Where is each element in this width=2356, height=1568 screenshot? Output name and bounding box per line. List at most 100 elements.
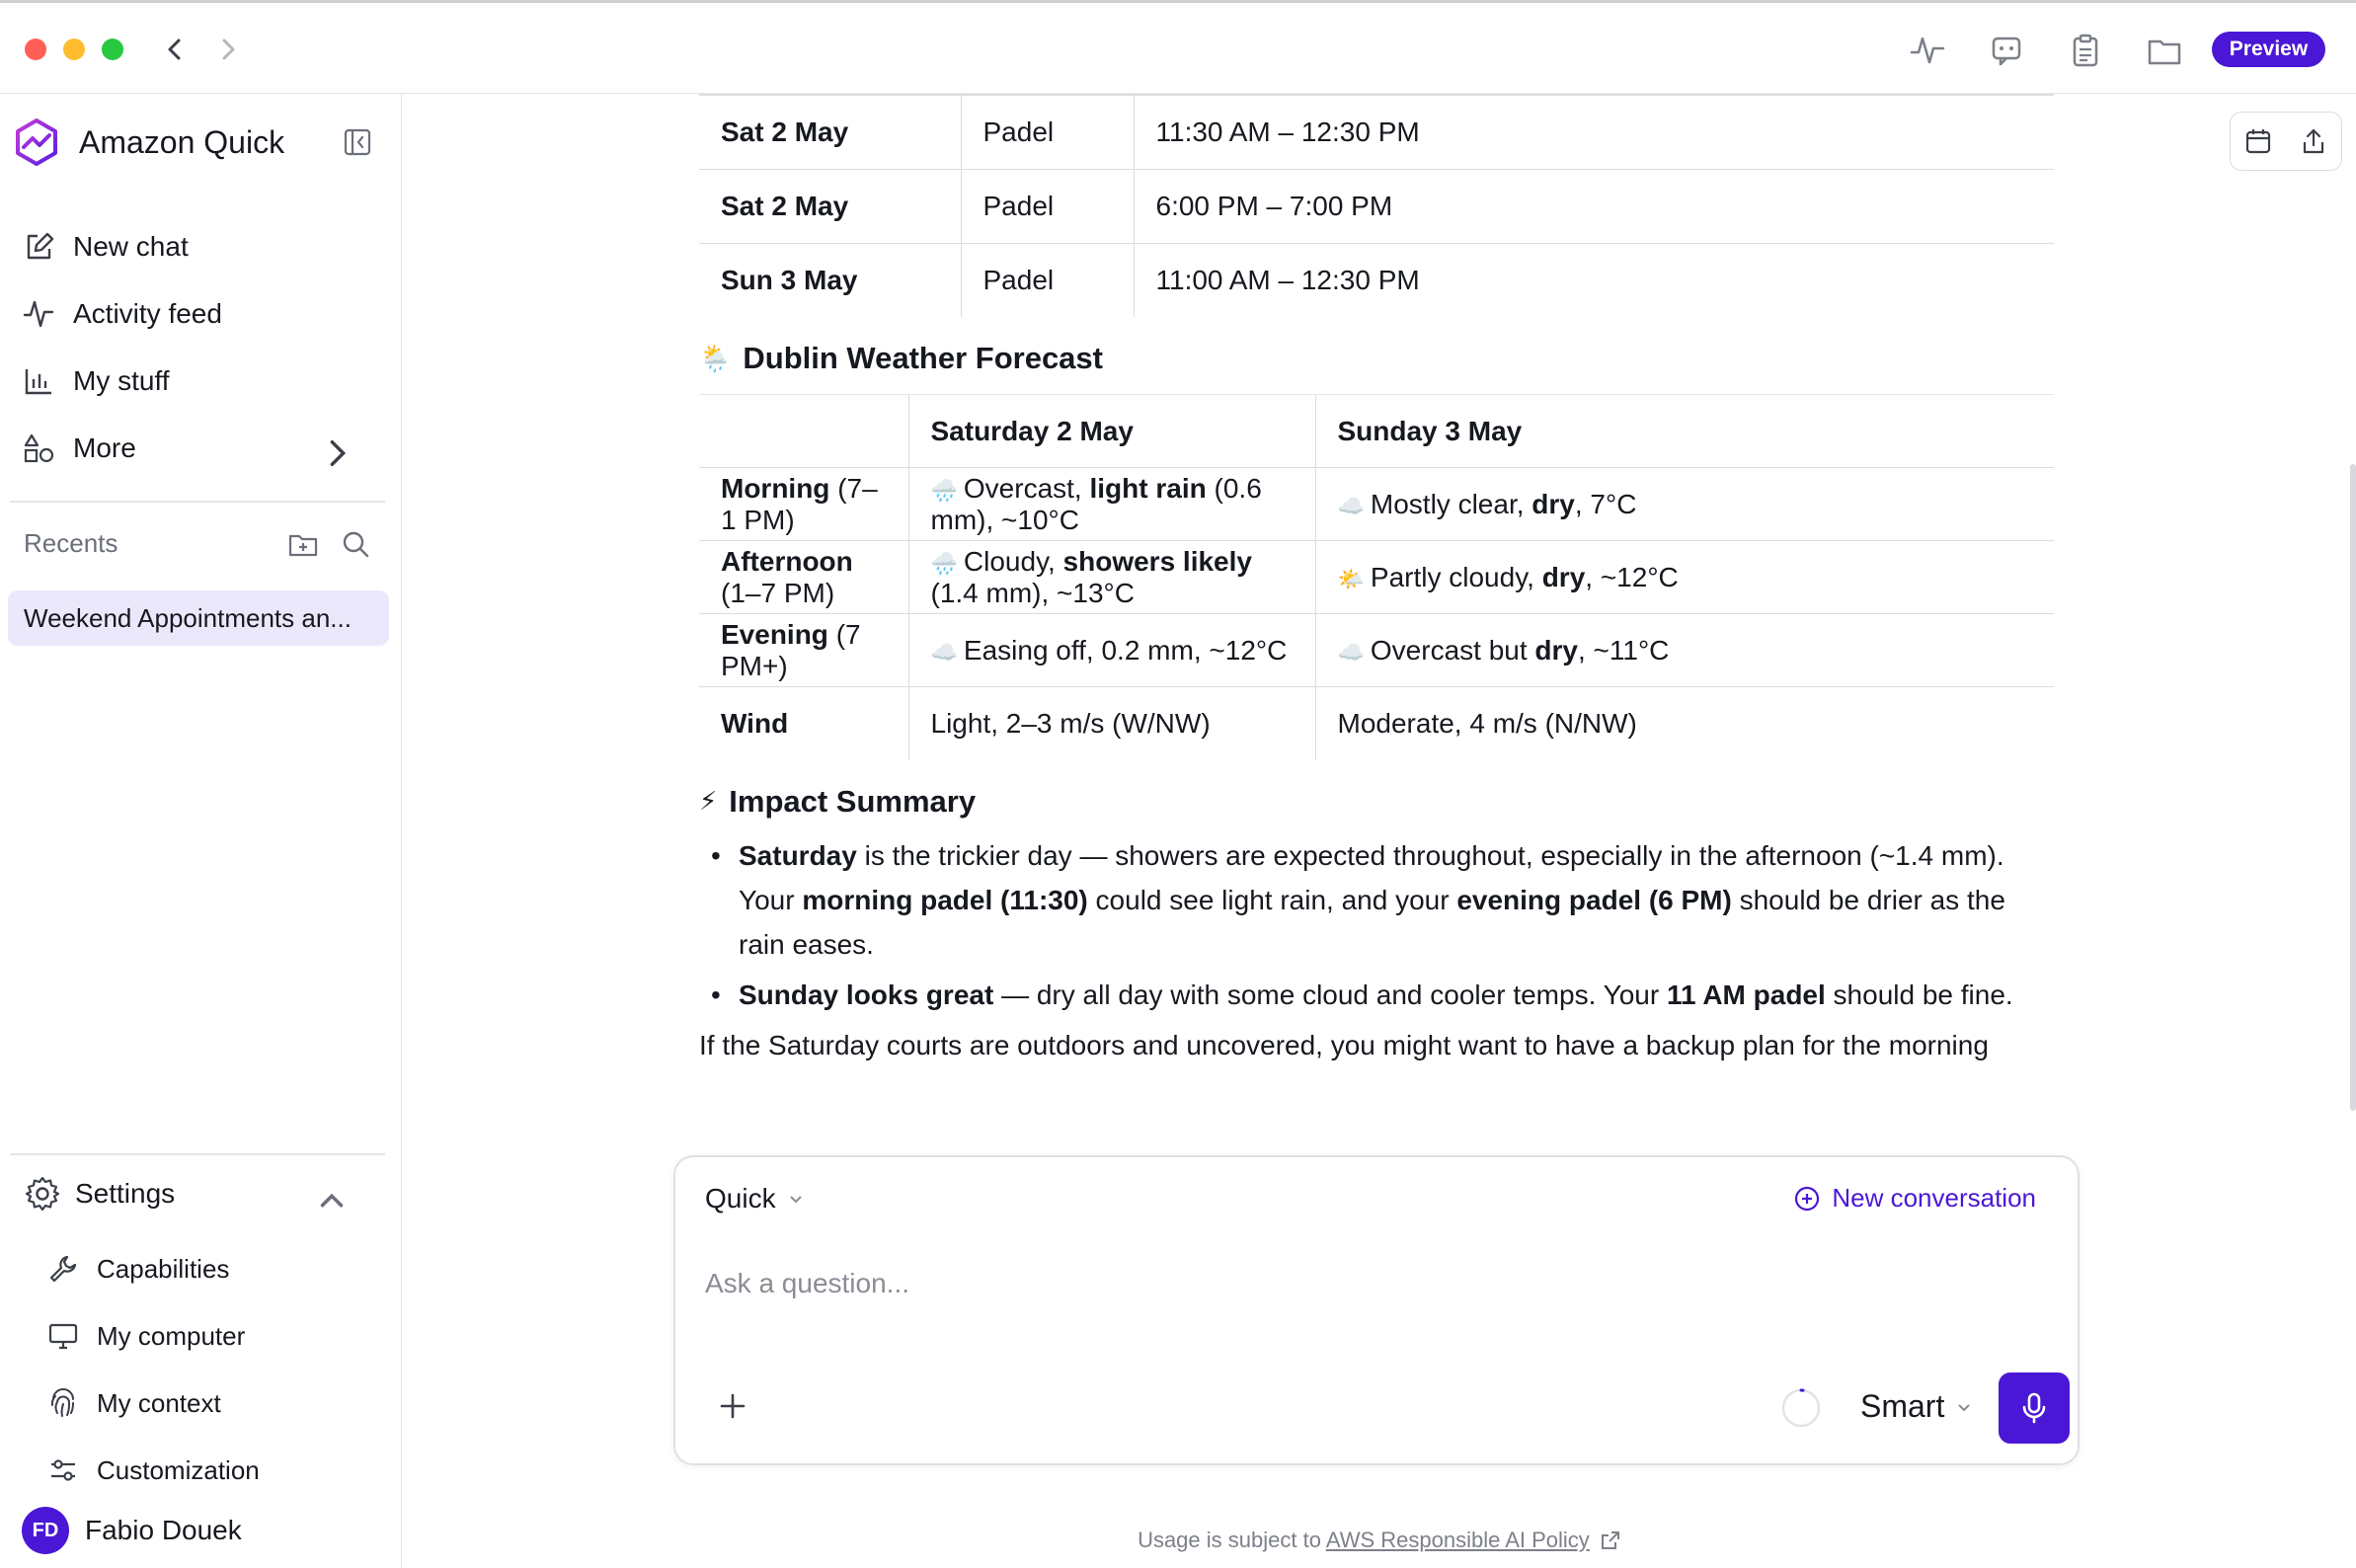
close-window-button[interactable] — [25, 39, 46, 60]
nav-new-chat[interactable]: New chat — [22, 222, 372, 272]
calendar-icon[interactable] — [2243, 126, 2273, 156]
schedule-activity: Padel — [960, 169, 1134, 244]
weather-section-title: 🌦️ Dublin Weather Forecast — [699, 333, 2054, 384]
settings-item-label: Customization — [97, 1454, 260, 1485]
weather-cell-text: Mostly clear, — [1370, 488, 1532, 519]
impact-text: could see light rain, and your — [1087, 884, 1457, 915]
share-icon[interactable] — [2299, 126, 2328, 156]
recents-label: Recents — [24, 528, 118, 558]
microphone-button[interactable] — [1999, 1372, 2070, 1444]
settings-item-my-context[interactable]: My context — [47, 1381, 221, 1425]
activity-icon — [23, 300, 54, 328]
settings-item-my-computer[interactable]: My computer — [47, 1314, 245, 1358]
weather-cell-text: Easing off, 0.2 mm, ~12°C — [963, 634, 1288, 666]
brand[interactable]: Amazon Quick — [14, 118, 284, 167]
weather-cell-sun: ☁️ Mostly clear, dry, 7°C — [1314, 467, 2054, 541]
weather-period: Morning (7–1 PM) — [699, 467, 908, 541]
maximize-window-button[interactable] — [102, 39, 123, 60]
settings-toggle[interactable]: Settings — [24, 1172, 364, 1215]
scrollbar[interactable] — [2350, 464, 2356, 1111]
schedule-row: Sat 2 May Padel 6:00 PM – 7:00 PM — [699, 169, 2054, 244]
weather-cell-text: , ~11°C — [1578, 634, 1670, 666]
brand-name: Amazon Quick — [79, 123, 285, 160]
schedule-day: Sun 3 May — [721, 264, 858, 295]
gear-icon — [25, 1176, 60, 1212]
schedule-time: 11:00 AM – 12:30 PM — [1133, 243, 2054, 317]
folder-icon[interactable] — [2145, 31, 2184, 70]
settings-item-customization[interactable]: Customization — [47, 1449, 260, 1492]
shapes-icon — [24, 433, 54, 463]
weather-row: Wind Light, 2–3 m/s (W/NW) Moderate, 4 m/s… — [699, 686, 2054, 760]
weather-emoji-icon: ☁️ — [1337, 493, 1365, 518]
impact-bold: 11 AM padel — [1666, 979, 1826, 1010]
recent-conversation-item[interactable]: Weekend Appointments an... — [8, 590, 389, 646]
weather-row: Evening (7 PM+) ☁️ Easing off, 0.2 mm, ~12… — [699, 613, 2054, 687]
collapse-sidebar-icon[interactable] — [342, 126, 373, 158]
window-titlebar: Preview — [0, 0, 2356, 94]
chevron-right-icon — [330, 439, 347, 467]
nav-my-stuff[interactable]: My stuff — [22, 356, 372, 406]
weather-cell-text: Cloudy, — [963, 545, 1063, 577]
user-name: Fabio Douek — [85, 1515, 242, 1545]
amazon-quick-logo-icon — [16, 118, 57, 166]
weather-cell-sat: ☁️ Easing off, 0.2 mm, ~12°C — [907, 613, 1315, 687]
new-conversation-button[interactable]: New conversation — [1792, 1183, 2036, 1214]
schedule-day: Sat 2 May — [699, 94, 961, 170]
back-arrow-icon[interactable] — [160, 33, 190, 66]
nav-activity-feed[interactable]: Activity feed — [22, 289, 372, 339]
policy-link[interactable]: AWS Responsible AI Policy — [1326, 1528, 1590, 1552]
weather-cell-text: Overcast but — [1370, 634, 1535, 666]
nav-more[interactable]: More — [22, 424, 372, 473]
clipboard-icon[interactable] — [2066, 31, 2105, 70]
model-label: Smart — [1860, 1388, 1945, 1424]
mode-select[interactable]: Quick — [705, 1183, 804, 1215]
wrench-icon — [49, 1255, 77, 1283]
minimize-window-button[interactable] — [63, 39, 85, 60]
main-panel: Sat 2 May Padel 11:30 AM – 12:30 PM Sat 2 M… — [403, 94, 2356, 1568]
chat-bot-icon[interactable] — [1987, 31, 2026, 70]
attach-plus-icon[interactable] — [715, 1388, 750, 1424]
weather-cell-bold: dry — [1534, 634, 1578, 666]
new-conversation-label: New conversation — [1832, 1183, 2036, 1213]
forward-arrow-icon[interactable] — [213, 33, 243, 66]
weather-period: Evening (7 PM+) — [699, 613, 908, 687]
weather-cell-text: Partly cloudy, — [1370, 561, 1542, 592]
weather-cell-bold: light rain — [1089, 472, 1207, 504]
sidebar-divider — [10, 1153, 385, 1155]
schedule-day: Sat 2 May — [699, 169, 961, 244]
sliders-icon — [51, 1459, 75, 1481]
settings-label: Settings — [75, 1178, 176, 1209]
weather-period-text: (1–7 PM) — [721, 577, 835, 608]
lightning-emoji-icon: ⚡ — [699, 786, 718, 816]
footer-prefix: Usage is subject to — [1138, 1528, 1326, 1552]
weather-period: Afternoon (1–7 PM) — [699, 540, 908, 614]
impact-bold: evening padel (6 PM) — [1456, 884, 1732, 915]
ask-question-input[interactable] — [705, 1262, 1989, 1305]
impact-bullet: Sunday looks great — dry all day with so… — [699, 973, 2054, 1017]
chevron-down-icon — [1958, 1403, 1971, 1411]
weather-period-bold: Wind — [721, 707, 789, 739]
weather-cell-sun: 🌤️ Partly cloudy, dry, ~12°C — [1314, 540, 2054, 614]
monitor-icon — [48, 1323, 78, 1350]
new-folder-icon[interactable] — [287, 528, 319, 560]
weather-period-bold: Morning — [721, 472, 830, 504]
impact-bullet: Saturday is the trickier day — showers a… — [699, 833, 2054, 967]
impact-text: — dry all day with some cloud and cooler… — [993, 979, 1667, 1010]
schedule-activity: Padel — [960, 94, 1134, 170]
preview-badge[interactable]: Preview — [2212, 32, 2325, 67]
activity-icon[interactable] — [1908, 31, 1947, 70]
weather-table: Saturday 2 May Sunday 3 May Morning (7–1 … — [699, 394, 2054, 760]
schedule-time: 6:00 PM – 7:00 PM — [1133, 169, 2054, 244]
search-icon[interactable] — [340, 528, 371, 560]
model-select[interactable]: Smart — [1860, 1388, 1972, 1425]
chevron-down-icon — [789, 1196, 802, 1204]
external-link-icon — [1601, 1531, 1619, 1549]
loading-spinner-icon — [1781, 1388, 1821, 1428]
user-profile[interactable]: FD Fabio Douek — [22, 1506, 242, 1555]
schedule-time: 11:30 AM – 12:30 PM — [1133, 94, 2054, 170]
impact-list: Saturday is the trickier day — showers a… — [699, 833, 2054, 1017]
weather-period-bold: Evening — [721, 618, 828, 650]
settings-item-capabilities[interactable]: Capabilities — [47, 1247, 229, 1291]
trailing-paragraph: If the Saturday courts are outdoors and … — [699, 1029, 1989, 1060]
weather-header: Saturday 2 May — [907, 394, 1315, 468]
